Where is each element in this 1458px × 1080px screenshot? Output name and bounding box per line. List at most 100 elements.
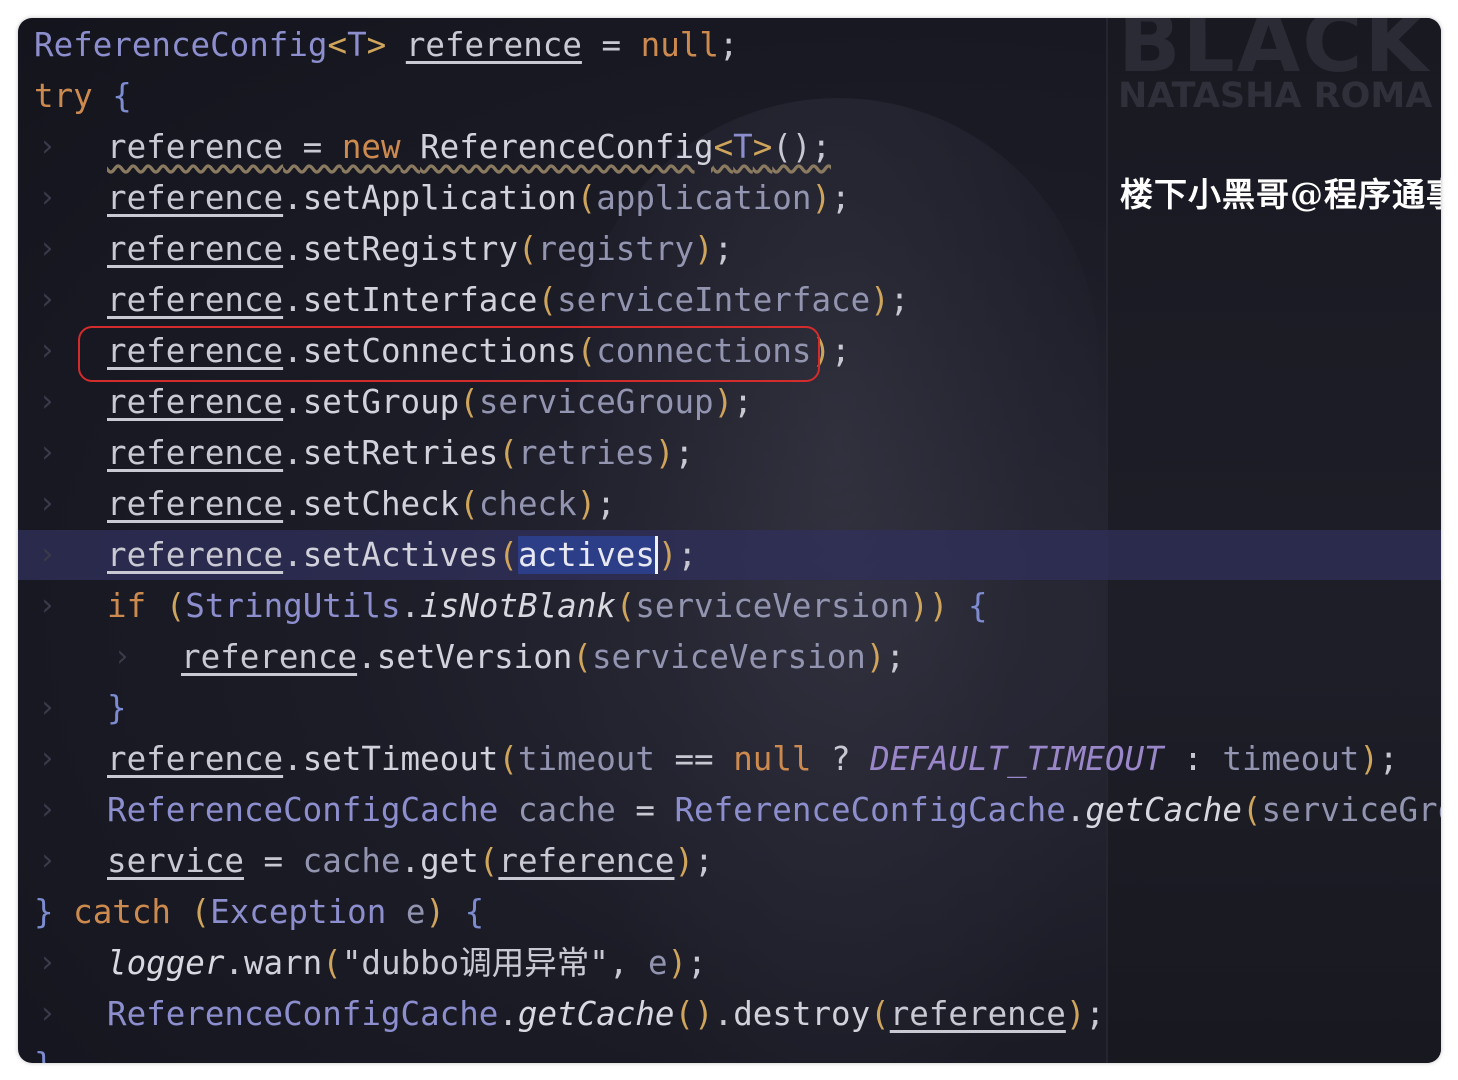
code-line[interactable]: ›} [18, 683, 1441, 733]
fold-indent-guide-icon: › [38, 486, 57, 521]
code-token: if [107, 587, 147, 625]
code-token: ( [576, 179, 597, 217]
code-token: ) [1359, 740, 1379, 778]
code-token: ; [596, 485, 616, 523]
code-token: setCheck [302, 485, 460, 523]
code-token: = [243, 842, 303, 880]
code-token: } [34, 1046, 54, 1063]
code-text: reference.setCheck(check); [107, 479, 616, 529]
fold-indent-guide-icon: › [38, 537, 57, 572]
code-token: ) [657, 536, 678, 574]
code-token: )) [909, 587, 949, 625]
code-token: timeout [517, 740, 655, 778]
code-token: . [400, 587, 421, 625]
code-line[interactable]: } catch (Exception e) { [18, 887, 1441, 937]
code-line[interactable]: try { [18, 71, 1441, 121]
code-token: try [34, 77, 93, 115]
code-line[interactable]: › reference.setRetries(retries); [18, 428, 1441, 478]
code-token: ) [811, 179, 832, 217]
code-token: service [107, 842, 244, 880]
fold-indent-guide-icon: › [38, 282, 57, 317]
watermark-text: 楼下小黑哥@程序通事 [1120, 175, 1441, 214]
code-token: < [713, 128, 734, 166]
code-token: { [968, 587, 988, 625]
code-token: ; [889, 281, 910, 319]
code-token: reference [107, 536, 284, 574]
code-text: ReferenceConfigCache cache = ReferenceCo… [107, 785, 1441, 835]
code-token: = [581, 26, 641, 64]
code-text: reference.setRegistry(registry); [107, 224, 733, 274]
code-token: reference [107, 434, 284, 472]
code-token: ) [870, 281, 890, 319]
code-token: serviceVersion [635, 587, 910, 625]
code-token: T [347, 26, 367, 64]
code-token: . [283, 740, 303, 778]
code-line[interactable]: ReferenceConfig<T> reference = null; [18, 20, 1441, 70]
code-token: setTimeout [302, 740, 499, 778]
code-line[interactable]: } [18, 1040, 1441, 1063]
code-token: () [674, 995, 714, 1033]
code-token: ReferenceConfigCache [107, 791, 499, 829]
code-token: . [283, 179, 303, 217]
code-token: ( [572, 638, 592, 676]
code-line[interactable]: › reference.setActives(actives); [18, 530, 1441, 580]
code-token: ( [322, 944, 342, 982]
code-line[interactable]: › reference.setGroup(serviceGroup); [18, 377, 1441, 427]
code-line[interactable]: › if (StringUtils.isNotBlank(serviceVersi… [18, 581, 1441, 631]
code-token: null [640, 26, 719, 64]
code-token: destroy [733, 995, 871, 1033]
code-token: cache [302, 842, 401, 880]
code-line[interactable]: › reference.setVersion(serviceVersion); [18, 632, 1441, 682]
code-token: . [713, 995, 734, 1033]
code-token: ; [1378, 740, 1399, 778]
code-token: . [283, 485, 303, 523]
fold-indent-guide-icon: › [38, 180, 57, 215]
code-token: ; [718, 26, 739, 64]
code-token: T [733, 128, 753, 166]
code-token: ReferenceConfigCache [674, 791, 1066, 829]
code-token: . [283, 536, 303, 574]
fold-indent-guide-icon: › [38, 741, 57, 776]
code-token: ( [165, 587, 186, 625]
code-line[interactable]: › reference.setRegistry(registry); [18, 224, 1441, 274]
fold-indent-guide-icon: › [38, 129, 57, 164]
code-token: ( [190, 893, 211, 931]
code-line[interactable]: › reference = new ReferenceConfig<T>(); [18, 122, 1441, 172]
fold-indent-guide-icon: › [38, 384, 57, 419]
code-text: ReferenceConfig<T> reference = null; [34, 20, 738, 70]
code-line[interactable]: › reference.setCheck(check); [18, 479, 1441, 529]
code-token: ) [425, 893, 445, 931]
code-line[interactable]: › ReferenceConfigCache.getCache().destroy… [18, 989, 1441, 1039]
code-text: reference = new ReferenceConfig<T>(); [107, 122, 831, 172]
code-token: reference [107, 383, 284, 421]
code-text: reference.setActives(actives); [107, 530, 697, 580]
code-token: ; [694, 842, 714, 880]
code-token: reference [107, 179, 284, 217]
code-line[interactable]: › service = cache.get(reference); [18, 836, 1441, 886]
code-line[interactable]: › reference.setInterface(serviceInterface… [18, 275, 1441, 325]
code-token: : [1163, 740, 1223, 778]
code-token: reference [498, 842, 675, 880]
code-text: } [107, 683, 127, 733]
code-line[interactable]: › ReferenceConfigCache cache = ReferenceC… [18, 785, 1441, 835]
code-token: { [464, 893, 485, 931]
code-line[interactable]: › logger.warn("dubbo调用异常", e); [18, 938, 1441, 988]
code-token: . [400, 842, 421, 880]
code-token: cache [517, 791, 616, 829]
code-token: timeout [1222, 740, 1360, 778]
code-token: = [283, 128, 342, 166]
fold-indent-guide-icon: › [38, 945, 57, 980]
code-line[interactable]: › reference.setTimeout(timeout == null ? … [18, 734, 1441, 784]
code-token: new [341, 128, 401, 166]
code-token: check [478, 485, 577, 523]
code-token: null [733, 740, 812, 778]
fold-indent-guide-icon: › [38, 435, 57, 470]
code-token: reference [107, 128, 284, 166]
code-token: reference [107, 281, 284, 319]
code-token: ( [459, 485, 479, 523]
code-token: setApplication [302, 179, 577, 217]
